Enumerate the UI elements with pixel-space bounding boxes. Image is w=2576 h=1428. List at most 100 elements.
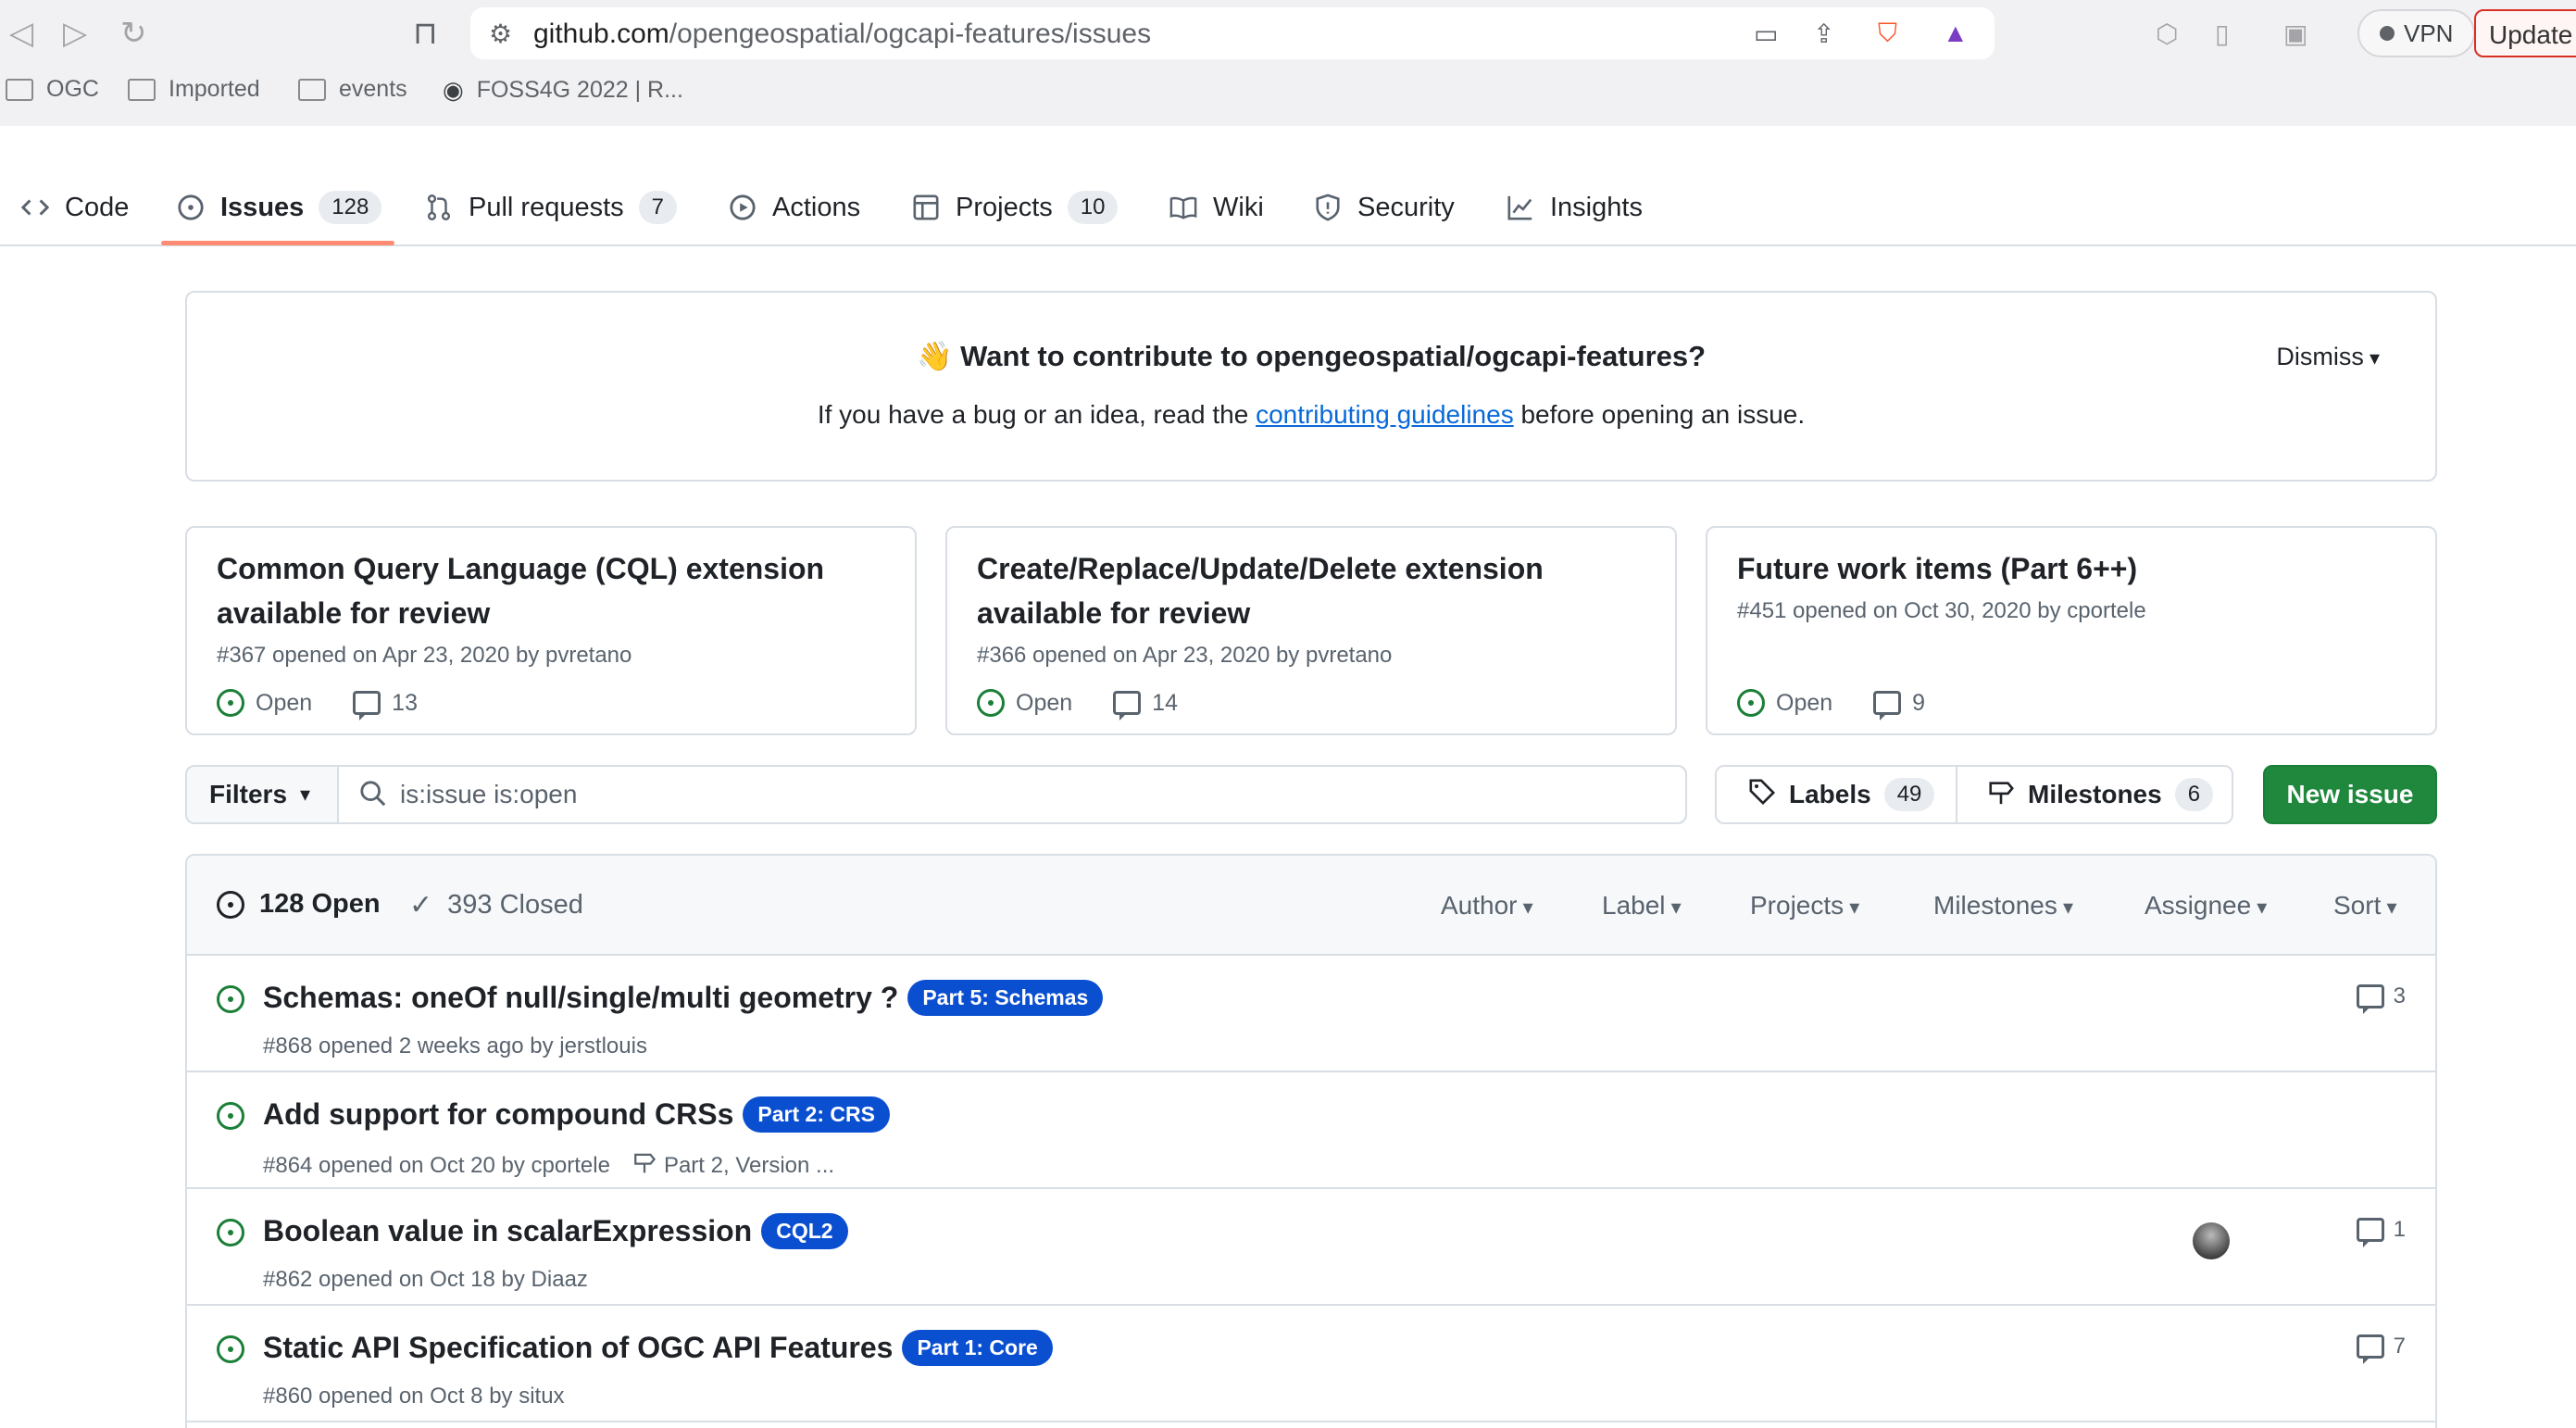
tab-security[interactable]: Security	[1313, 182, 1455, 233]
tab-wiki[interactable]: Wiki	[1169, 182, 1264, 233]
issue-meta: #868 opened 2 weeks ago by jerstlouis	[263, 1033, 647, 1059]
search-input[interactable]	[339, 767, 1685, 822]
tab-label: Insights	[1550, 192, 1643, 222]
author-filter[interactable]: Author	[1441, 891, 1533, 921]
bookmark-foss4g[interactable]: ◉ FOSS4G 2022 | R...	[443, 76, 683, 105]
issue-title-text[interactable]: Static API Specification of OGC API Feat…	[263, 1331, 893, 1365]
code-icon	[20, 193, 50, 222]
tab-label: Code	[65, 192, 130, 222]
pinned-issue-comments[interactable]: 14	[1113, 690, 1178, 720]
issue-comments[interactable]: 3	[2356, 983, 2406, 1014]
issue-title[interactable]: Static API Specification of OGC API Feat…	[263, 1330, 1053, 1366]
assignee-avatar[interactable]	[2193, 1222, 2230, 1259]
issue-meta-text: #864 opened on Oct 20 by cportele	[263, 1152, 610, 1178]
issue-label[interactable]: Part 1: Core	[902, 1330, 1053, 1366]
brave-shield-icon[interactable]: ⛉	[1878, 19, 1897, 49]
bookmark-icon[interactable]: ⊓	[413, 15, 438, 52]
issue-opened-icon	[977, 689, 1005, 717]
issue-opened-icon	[217, 890, 244, 919]
tab-code[interactable]: Code	[20, 182, 129, 233]
book-icon	[1169, 193, 1198, 222]
issue-milestone[interactable]: Part 2, Version ...	[632, 1150, 834, 1181]
tab-label: Pull requests	[469, 192, 624, 222]
reload-icon[interactable]: ↻	[120, 15, 147, 52]
labels-button[interactable]: Labels 49	[1748, 767, 1956, 822]
dismiss-button[interactable]: Dismiss	[2276, 343, 2380, 371]
vpn-button[interactable]: VPN	[2357, 9, 2476, 57]
pinned-issue-title[interactable]: Create/Replace/Update/Delete extension a…	[977, 546, 1645, 635]
brave-rewards-icon[interactable]: ▲	[1943, 19, 1969, 48]
issue-title-text[interactable]: Schemas: oneOf null/single/multi geometr…	[263, 981, 898, 1015]
closed-issues-toggle[interactable]: ✓ 393 Closed	[409, 889, 583, 921]
bookmarks-bar: OGC Imported events ◉ FOSS4G 2022 | R...	[0, 72, 2576, 113]
vpn-label: VPN	[2404, 19, 2454, 47]
issue-title[interactable]: Schemas: oneOf null/single/multi geometr…	[263, 980, 1104, 1016]
assignee-filter[interactable]: Assignee	[2145, 891, 2267, 921]
address-bar[interactable]: ⚙ github.com/opengeospatial/ogcapi-featu…	[470, 7, 1995, 59]
back-icon[interactable]: ◁	[9, 15, 33, 52]
pinned-issue-title[interactable]: Common Query Language (CQL) extension av…	[217, 546, 885, 635]
tab-actions[interactable]: Actions	[728, 182, 860, 233]
pinned-issue-comments[interactable]: 9	[1873, 689, 1926, 720]
projects-filter[interactable]: Projects	[1750, 891, 1859, 921]
pinned-issue-card[interactable]: Future work items (Part 6++) #451 opened…	[1706, 526, 2437, 735]
play-icon	[728, 193, 757, 222]
banner-title: 👋 Want to contribute to opengeospatial/o…	[187, 339, 2435, 373]
forward-icon[interactable]: ▷	[63, 15, 87, 52]
label-filter[interactable]: Label	[1602, 891, 1682, 921]
bookmark-events[interactable]: events	[298, 76, 407, 103]
issue-row[interactable]: Boolean value in scalarExpression CQL2 #8…	[187, 1189, 2435, 1306]
share-icon[interactable]: ⇪	[1813, 19, 1834, 49]
wallet-icon[interactable]: ▣	[2283, 19, 2307, 49]
tab-projects[interactable]: Projects 10	[911, 182, 1119, 233]
pinned-issue-footer: Open 13	[217, 689, 418, 720]
open-issues-toggle[interactable]: 128 Open	[217, 889, 381, 920]
issue-meta: #862 opened on Oct 18 by Diaaz	[263, 1267, 588, 1293]
folder-icon	[128, 78, 156, 101]
issue-meta-text: #862 opened on Oct 18 by Diaaz	[263, 1267, 588, 1292]
comment-icon	[1873, 691, 1902, 720]
comment-count: 9	[1912, 689, 1926, 716]
pinned-issue-comments[interactable]: 13	[353, 690, 418, 720]
milestones-filter[interactable]: Milestones	[1933, 891, 2073, 921]
update-button[interactable]: Update	[2474, 9, 2576, 57]
issue-opened-icon	[176, 193, 206, 222]
issue-title-text[interactable]: Add support for compound CRSs	[263, 1097, 733, 1132]
banner-text-after: before opening an issue.	[1513, 400, 1806, 429]
issue-comments[interactable]: 1	[2356, 1217, 2406, 1247]
tab-insights[interactable]: Insights	[1506, 182, 1643, 233]
issue-title-text[interactable]: Boolean value in scalarExpression	[263, 1214, 752, 1248]
pinned-issue-card[interactable]: Create/Replace/Update/Delete extension a…	[945, 526, 1677, 735]
site-settings-icon[interactable]: ⚙	[489, 19, 512, 49]
new-issue-button[interactable]: New issue	[2263, 765, 2437, 824]
issue-title[interactable]: Add support for compound CRSs Part 2: CRS	[263, 1096, 890, 1133]
issue-title[interactable]: Boolean value in scalarExpression CQL2	[263, 1213, 848, 1249]
filters-label: Filters	[209, 780, 288, 808]
issue-meta: #860 opened on Oct 8 by situx	[263, 1384, 565, 1409]
pinned-issue-state: Open	[977, 689, 1072, 717]
contributing-guidelines-link[interactable]: contributing guidelines	[1256, 400, 1514, 429]
issue-label[interactable]: Part 5: Schemas	[907, 980, 1104, 1016]
bookmark-ogc[interactable]: OGC	[6, 76, 99, 103]
filters-button[interactable]: Filters	[187, 767, 339, 822]
issue-row[interactable]: Add support for compound CRSs Part 2: CRS…	[187, 1072, 2435, 1189]
tab-issues[interactable]: Issues 128	[176, 182, 382, 233]
cast-icon[interactable]: ▭	[1754, 19, 1778, 49]
sidebar-icon[interactable]: ▯	[2215, 19, 2229, 49]
folder-icon	[298, 78, 326, 101]
milestones-button[interactable]: Milestones 6	[1987, 767, 2232, 822]
sort-menu[interactable]: Sort	[2333, 891, 2397, 921]
pinned-issue-title[interactable]: Future work items (Part 6++)	[1737, 546, 2406, 591]
tab-pull-requests[interactable]: Pull requests 7	[424, 182, 678, 233]
issue-comments[interactable]: 7	[2356, 1334, 2406, 1364]
state-label: Open	[1016, 689, 1073, 716]
menu-label: Label	[1602, 891, 1666, 920]
pinned-issue-card[interactable]: Common Query Language (CQL) extension av…	[185, 526, 917, 735]
issue-row[interactable]: Schemas: oneOf null/single/multi geometr…	[187, 956, 2435, 1072]
bookmark-imported[interactable]: Imported	[128, 76, 260, 103]
issue-label[interactable]: CQL2	[761, 1213, 848, 1249]
issue-label[interactable]: Part 2: CRS	[743, 1096, 890, 1133]
issue-row[interactable]: Static API Specification of OGC API Feat…	[187, 1306, 2435, 1422]
extensions-icon[interactable]: ⬡	[2156, 19, 2178, 49]
closed-count-label: 393 Closed	[447, 890, 583, 920]
